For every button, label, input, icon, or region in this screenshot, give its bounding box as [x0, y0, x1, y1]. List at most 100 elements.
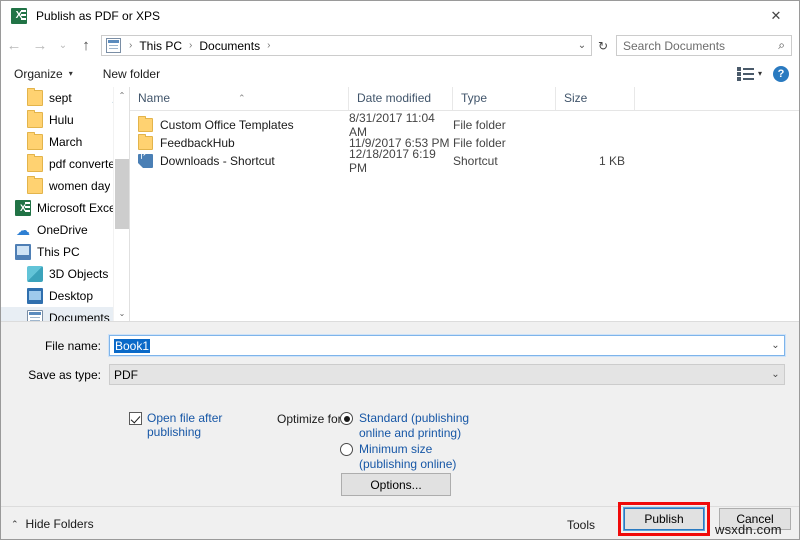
- search-placeholder: Search Documents: [617, 39, 725, 53]
- desktop-icon: [27, 288, 43, 304]
- column-header-type[interactable]: Type: [453, 87, 556, 110]
- sidebar-item-sept[interactable]: sept📌: [1, 87, 129, 109]
- sidebar-item-label: pdf converter: [49, 157, 119, 171]
- type-cell: File folder: [453, 118, 556, 132]
- open-file-after-publishing-label: Open file after publishing: [147, 411, 257, 439]
- file-list: Name ⌃ Date modified Type Size Custom Of…: [130, 87, 799, 321]
- scroll-down-icon[interactable]: ⌄: [114, 305, 130, 321]
- optimize-for-label: Optimize for:: [277, 412, 345, 426]
- shortcut-icon: [138, 154, 153, 168]
- sidebar-item-label: Desktop: [49, 289, 93, 303]
- folder-icon: [27, 178, 43, 194]
- up-button[interactable]: ↑: [73, 34, 99, 58]
- sidebar-item-label: Documents: [49, 311, 110, 321]
- search-input[interactable]: Search Documents ⌕: [616, 35, 792, 56]
- navigation-pane: sept📌 Hulu March pdf converter women day X Mic…: [1, 87, 129, 321]
- sidebar-item-hulu[interactable]: Hulu: [1, 109, 129, 131]
- close-icon[interactable]: ✕: [753, 1, 799, 31]
- search-icon: ⌕: [778, 38, 791, 53]
- column-header-name[interactable]: Name ⌃: [130, 87, 349, 110]
- sidebar-item-microsoft-excel[interactable]: X Microsoft Excel: [1, 197, 129, 219]
- save-as-type-row: Save as type: PDF ⌄: [1, 364, 785, 385]
- breadcrumb-separator: ›: [262, 40, 275, 51]
- 3d-objects-icon: [27, 266, 43, 282]
- documents-icon: [27, 310, 43, 321]
- sidebar-scrollbar[interactable]: ⌃ ⌄: [113, 87, 130, 321]
- onedrive-icon: ☁: [15, 222, 31, 238]
- breadcrumb-separator: ›: [124, 40, 137, 51]
- documents-icon: [106, 38, 121, 53]
- hide-folders-button[interactable]: ⌃ Hide Folders: [11, 517, 94, 531]
- breadcrumb-item-this-pc[interactable]: This PC: [137, 38, 184, 54]
- new-folder-button[interactable]: New folder: [96, 64, 167, 84]
- help-icon[interactable]: ?: [773, 66, 789, 82]
- checkbox-icon[interactable]: [129, 412, 142, 425]
- view-layout-icon[interactable]: [737, 67, 754, 80]
- folder-icon: [138, 118, 153, 132]
- excel-icon: X: [11, 8, 27, 24]
- folder-icon: [138, 136, 153, 150]
- sidebar-item-label: Hulu: [49, 113, 74, 127]
- publish-button[interactable]: Publish: [624, 508, 704, 530]
- file-name-value: Book1: [110, 339, 150, 353]
- scrollbar-thumb[interactable]: [115, 159, 129, 229]
- radio-standard[interactable]: Standard (publishing online and printing…: [340, 411, 484, 441]
- file-name-input[interactable]: Book1 ⌄: [109, 335, 785, 356]
- open-file-after-publishing-checkbox[interactable]: Open file after publishing: [129, 411, 257, 439]
- sidebar-item-label: 3D Objects: [49, 267, 108, 281]
- organize-button[interactable]: Organize ▾: [7, 64, 80, 84]
- file-name-label: File name:: [1, 339, 109, 353]
- sidebar-item-label: OneDrive: [37, 223, 88, 237]
- file-name-text: FeedbackHub: [160, 136, 235, 150]
- type-cell: Shortcut: [453, 154, 556, 168]
- forward-button[interactable]: →: [27, 34, 53, 58]
- table-row[interactable]: Custom Office Templates8/31/2017 11:04 A…: [130, 116, 799, 134]
- tools-label: Tools: [567, 518, 595, 532]
- new-folder-label: New folder: [103, 67, 160, 81]
- chevron-down-icon: ▾: [69, 69, 73, 78]
- sidebar-item-desktop[interactable]: Desktop: [1, 285, 129, 307]
- sidebar-item-this-pc[interactable]: This PC: [1, 241, 129, 263]
- chevron-up-icon: ⌃: [11, 519, 19, 530]
- sidebar-item-documents[interactable]: Documents ⌄: [1, 307, 129, 321]
- column-header-size[interactable]: Size: [556, 87, 635, 110]
- watermark: wsxdn.com: [715, 522, 782, 537]
- folder-icon: [27, 90, 43, 106]
- sidebar-item-pdf-converter[interactable]: pdf converter: [1, 153, 129, 175]
- scroll-up-icon[interactable]: ⌃: [114, 87, 130, 103]
- file-name-text: Custom Office Templates: [160, 118, 294, 132]
- breadcrumb-item-documents[interactable]: Documents: [197, 38, 262, 54]
- address-bar[interactable]: › This PC › Documents › ⌄: [101, 35, 592, 56]
- back-button[interactable]: ←: [1, 34, 27, 58]
- options-button[interactable]: Options...: [341, 473, 451, 496]
- excel-icon: X: [15, 200, 31, 216]
- sidebar-item-label: sept: [49, 91, 72, 105]
- window-title: Publish as PDF or XPS: [36, 9, 160, 23]
- sidebar-item-label: Microsoft Excel: [37, 201, 118, 215]
- publish-as-pdf-or-xps-dialog: X Publish as PDF or XPS ✕ ← → ⌄ ↑ › This…: [0, 0, 800, 540]
- recent-locations-button[interactable]: ⌄: [53, 34, 73, 58]
- table-row[interactable]: FeedbackHub11/9/2017 6:53 PMFile folder: [130, 134, 799, 152]
- chevron-down-icon[interactable]: ⌄: [767, 340, 784, 351]
- chevron-down-icon[interactable]: ▾: [758, 69, 762, 78]
- save-as-type-label: Save as type:: [1, 368, 109, 382]
- save-as-type-select[interactable]: PDF ⌄: [109, 364, 785, 385]
- navigation-bar: ← → ⌄ ↑ › This PC › Documents › ⌄ ↻ Sear…: [1, 31, 799, 60]
- sidebar-item-women-day[interactable]: women day: [1, 175, 129, 197]
- table-row[interactable]: Downloads - Shortcut12/18/2017 6:19 PMSh…: [130, 152, 799, 170]
- refresh-icon[interactable]: ↻: [592, 35, 614, 56]
- command-toolbar: Organize ▾ New folder ▾ ?: [1, 60, 799, 88]
- radio-button-icon[interactable]: [340, 443, 353, 456]
- sidebar-item-label: March: [49, 135, 82, 149]
- sidebar-item-label: women day: [49, 179, 110, 193]
- radio-minimum-size[interactable]: Minimum size (publishing online): [340, 442, 484, 472]
- chevron-down-icon[interactable]: ⌄: [767, 369, 784, 380]
- sidebar-item-3d-objects[interactable]: 3D Objects: [1, 263, 129, 285]
- sidebar-item-march[interactable]: March: [1, 131, 129, 153]
- column-header-date-modified[interactable]: Date modified: [349, 87, 453, 110]
- sidebar-item-onedrive[interactable]: ☁ OneDrive: [1, 219, 129, 241]
- chevron-down-icon[interactable]: ⌄: [573, 40, 591, 51]
- radio-button-icon[interactable]: [340, 412, 353, 425]
- folder-icon: [27, 112, 43, 128]
- radio-standard-label: Standard (publishing online and printing…: [359, 411, 484, 441]
